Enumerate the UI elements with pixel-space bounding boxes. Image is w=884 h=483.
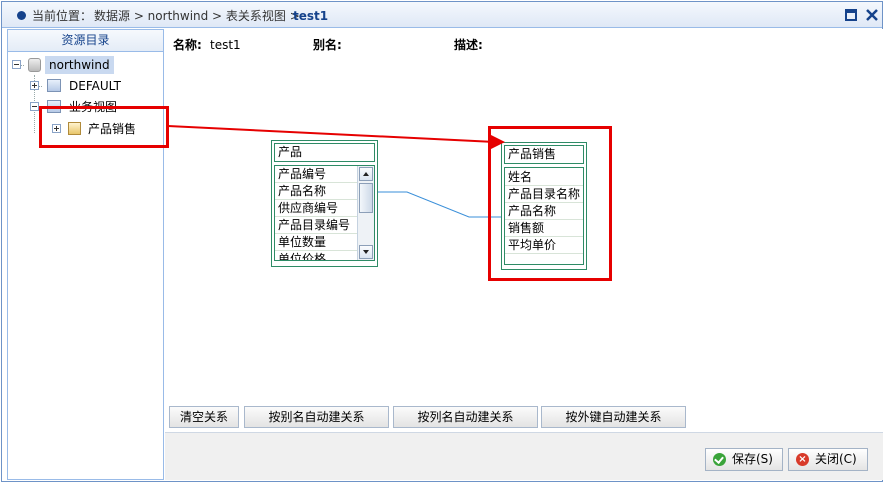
annotation-arrow <box>167 125 496 143</box>
annotation-arrow-head <box>491 135 505 149</box>
relation-view-window: 当前位置： 数据源 > northwind > 表关系视图 > test1 资源… <box>1 1 883 482</box>
annotation-arrow-layer <box>167 125 505 149</box>
